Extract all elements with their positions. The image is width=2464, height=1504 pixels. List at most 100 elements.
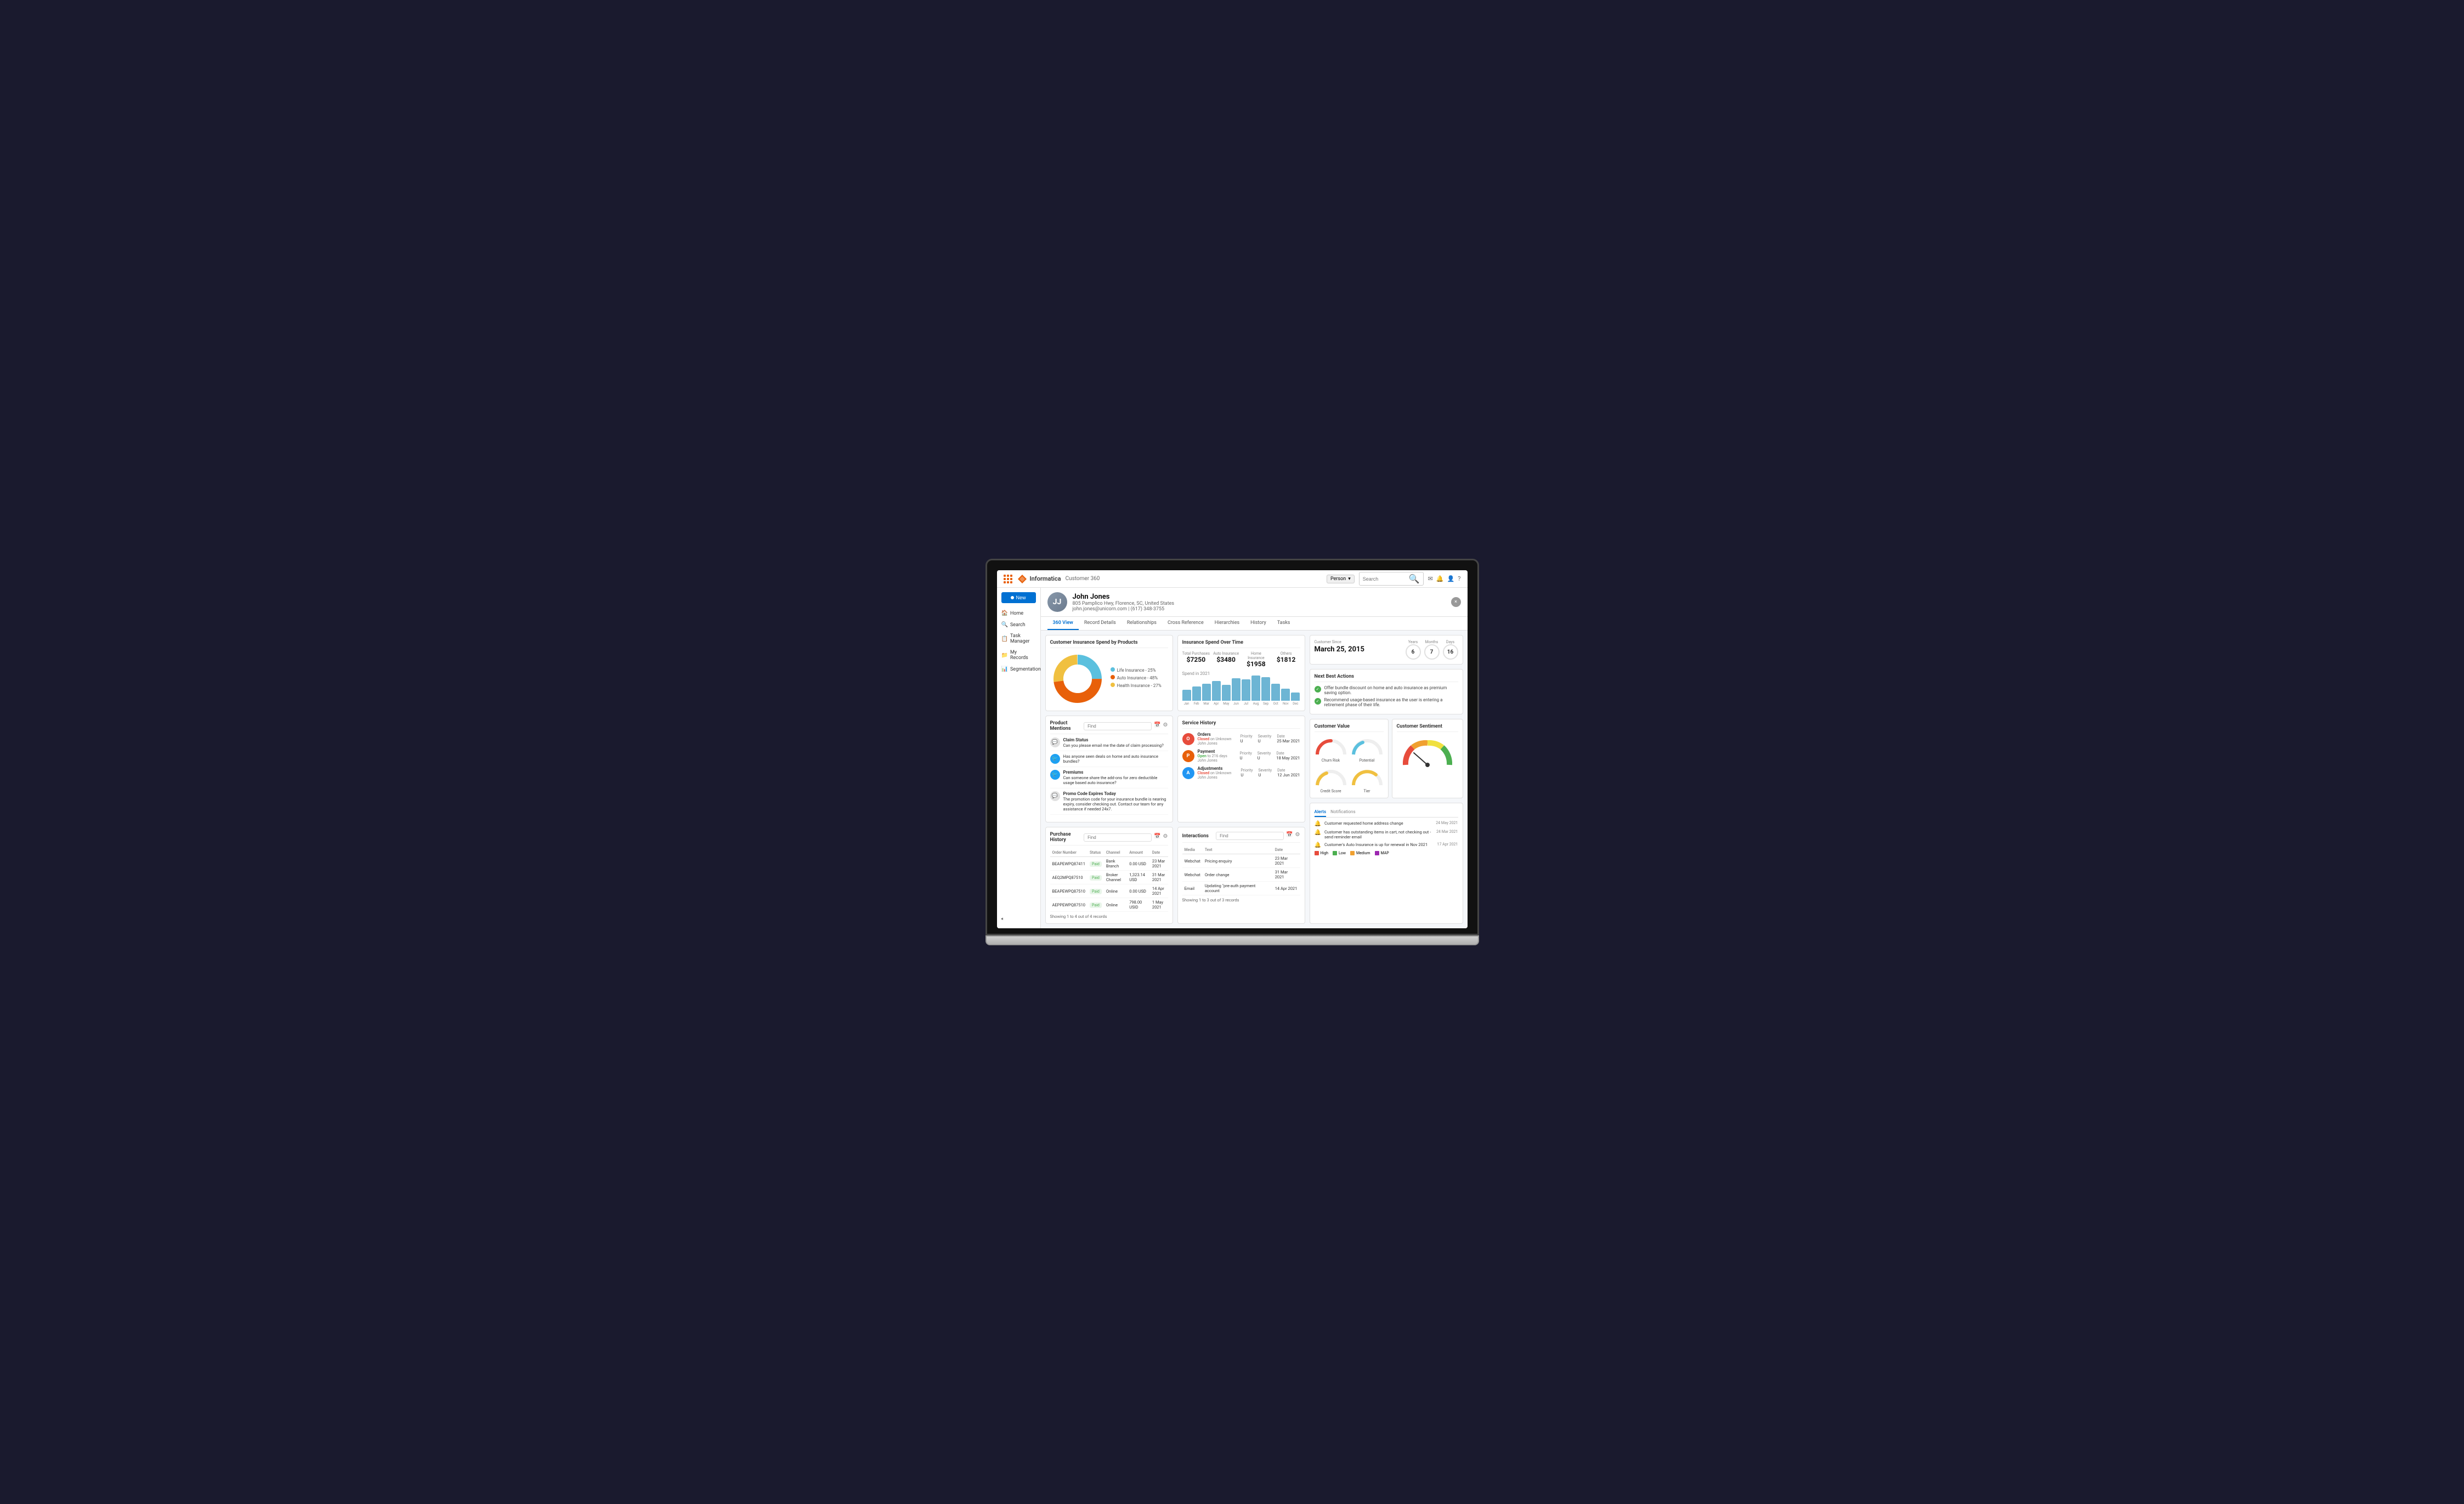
bar-column: Feb bbox=[1192, 686, 1201, 706]
col-status: Status bbox=[1087, 849, 1104, 857]
records-icon: 📁 bbox=[1001, 652, 1008, 659]
service-row-orders: O Orders Closed on Unknown John Jones bbox=[1182, 732, 1300, 746]
bar-column: Aug bbox=[1251, 676, 1260, 706]
legend-low-label: Low bbox=[1339, 851, 1346, 855]
purchase-history-find[interactable] bbox=[1084, 833, 1152, 842]
bar-column: Nov bbox=[1281, 689, 1290, 706]
search-box[interactable]: 🔍 bbox=[1359, 572, 1424, 586]
alert-item-2: 🔔 Customer has outstanding items in cart… bbox=[1315, 830, 1458, 839]
user-icon[interactable]: 👤 bbox=[1447, 575, 1455, 582]
customer-since-section: Customer Since March 25, 2015 Years 6 bbox=[1310, 635, 1463, 665]
service-history-card: Service History O Orders Closed bbox=[1177, 716, 1305, 822]
tab-record-details[interactable]: Record Details bbox=[1079, 617, 1121, 630]
legend-map-label: MAP bbox=[1381, 851, 1389, 855]
profile-header: JJ John Jones 805 Pamplico Hwy, Florence… bbox=[1041, 588, 1468, 617]
days-badge: 16 bbox=[1443, 644, 1458, 660]
int-col-text: Text bbox=[1203, 846, 1273, 854]
bar-column: Jun bbox=[1232, 678, 1241, 706]
interactions-table: Media Text Date Webchat bbox=[1182, 846, 1300, 895]
person-selector[interactable]: Person ▾ bbox=[1327, 575, 1355, 583]
legend-medium-box bbox=[1350, 851, 1355, 855]
payment-label: Payment bbox=[1198, 749, 1237, 754]
alerts-section: Alerts Notifications 🔔 Customer requeste… bbox=[1310, 803, 1463, 924]
tab-cross-reference[interactable]: Cross Reference bbox=[1162, 617, 1209, 630]
laptop-base bbox=[985, 935, 1479, 945]
ph-calendar-icon[interactable]: 📅 bbox=[1154, 833, 1160, 842]
credit-score-gauge: Credit Score bbox=[1315, 766, 1347, 793]
mention-premiums: 🐦 Premiums Can someone share the add-ons… bbox=[1050, 770, 1168, 788]
nba-title: Next Best Actions bbox=[1315, 674, 1458, 682]
search-input[interactable] bbox=[1363, 576, 1407, 582]
mention-title-3: Premiums bbox=[1063, 770, 1168, 775]
row-purchase-interactions: Purchase History 📅 ⚙ bbox=[1045, 827, 1305, 924]
top-bar: Informatica Customer 360 Person ▾ 🔍 ✉ 🔔 bbox=[997, 570, 1468, 588]
profile-contact: john.jones@unicorn.com | (617) 348-3755 bbox=[1073, 606, 1175, 612]
table-row: BEAPEWPQ87510 Paid Online 0.00 USD 14 Ap… bbox=[1050, 884, 1168, 898]
int-calendar-icon[interactable]: 📅 bbox=[1286, 832, 1293, 840]
chevron-down-icon: ▾ bbox=[1348, 576, 1351, 582]
sidebar-item-my-records[interactable]: 📁 My Records bbox=[997, 647, 1040, 663]
row-spend-charts: Customer Insurance Spend by Products bbox=[1045, 635, 1305, 711]
bar-month-label: Nov bbox=[1283, 702, 1289, 706]
mention-chat-icon-2: 💬 bbox=[1050, 791, 1060, 801]
customer-value-card: Customer Value bbox=[1310, 719, 1389, 798]
donut-container: Life Insurance - 25% Auto Insurance - 48… bbox=[1050, 651, 1168, 706]
new-button[interactable]: New bbox=[1001, 592, 1036, 603]
bell-icon[interactable]: 🔔 bbox=[1436, 575, 1444, 582]
bar-month-label: Jan bbox=[1184, 702, 1189, 706]
product-mentions-find[interactable] bbox=[1084, 722, 1152, 730]
bar-column: Jul bbox=[1242, 679, 1250, 706]
tab-alerts[interactable]: Alerts bbox=[1315, 808, 1327, 817]
bar bbox=[1261, 677, 1270, 701]
legend-low-box bbox=[1333, 851, 1337, 855]
apps-icon[interactable] bbox=[1004, 575, 1012, 583]
help-icon[interactable]: ? bbox=[1458, 575, 1460, 582]
bar bbox=[1222, 685, 1231, 701]
close-button[interactable]: × bbox=[1451, 597, 1461, 607]
spend-metrics-grid: Total Purchases $7250 Auto Insurance $34… bbox=[1182, 651, 1300, 668]
mail-icon[interactable]: ✉ bbox=[1428, 575, 1433, 582]
adjustments-status: Closed on Unknown John Jones bbox=[1198, 771, 1238, 780]
profile-address: 805 Pamplico Hwy, Florence, SC, United S… bbox=[1073, 601, 1175, 606]
sidebar-item-segmentation[interactable]: 📊 Segmentation bbox=[997, 663, 1040, 675]
months-label: Months bbox=[1424, 640, 1440, 644]
sidebar-item-home[interactable]: 🏠 Home bbox=[997, 608, 1040, 619]
calendar-icon[interactable]: 📅 bbox=[1154, 722, 1160, 730]
tab-history[interactable]: History bbox=[1245, 617, 1272, 630]
profile-name: John Jones bbox=[1073, 593, 1175, 601]
donut-legend: Life Insurance - 25% Auto Insurance - 48… bbox=[1111, 667, 1162, 690]
tab-360-view[interactable]: 360 View bbox=[1047, 617, 1079, 630]
interactions-find[interactable] bbox=[1216, 832, 1284, 840]
alert-bell-2: 🔔 bbox=[1315, 830, 1321, 839]
int-col-media: Media bbox=[1182, 846, 1203, 854]
tab-hierarchies[interactable]: Hierarchies bbox=[1209, 617, 1245, 630]
legend-map-box bbox=[1375, 851, 1379, 855]
bar bbox=[1182, 690, 1191, 701]
collapse-icon[interactable]: « bbox=[1001, 916, 1004, 922]
col-channel: Channel bbox=[1104, 849, 1127, 857]
row-mentions-service: Product Mentions 📅 ⚙ 💬 bbox=[1045, 716, 1305, 822]
years-badge: 6 bbox=[1406, 644, 1421, 660]
mention-chat-icon-1: 💬 bbox=[1050, 737, 1060, 747]
tab-relationships[interactable]: Relationships bbox=[1121, 617, 1162, 630]
nba-item-2: ✓ Recommend usage-based insurance as the… bbox=[1315, 697, 1458, 707]
bar-column: Apr bbox=[1212, 681, 1221, 706]
insurance-spend-products-card: Customer Insurance Spend by Products bbox=[1045, 635, 1173, 711]
ph-settings-icon[interactable]: ⚙ bbox=[1163, 833, 1168, 842]
int-col-date: Date bbox=[1273, 846, 1300, 854]
sidebar-search-label: Search bbox=[1010, 622, 1026, 628]
months-badge: 7 bbox=[1424, 644, 1440, 660]
tabs-bar: 360 View Record Details Relationships Cr… bbox=[1041, 617, 1468, 631]
sidebar-item-search[interactable]: 🔍 Search bbox=[997, 619, 1040, 631]
mention-title-1: Claim Status bbox=[1063, 737, 1164, 742]
sidebar-item-task-manager[interactable]: 📋 Task Manager bbox=[997, 631, 1040, 647]
settings-icon[interactable]: ⚙ bbox=[1163, 722, 1168, 730]
int-settings-icon[interactable]: ⚙ bbox=[1295, 832, 1300, 840]
tab-tasks[interactable]: Tasks bbox=[1272, 617, 1296, 630]
search-icon[interactable]: 🔍 bbox=[1409, 574, 1420, 584]
sidebar-task-label: Task Manager bbox=[1010, 633, 1036, 644]
purchase-history-tools: 📅 ⚙ bbox=[1084, 833, 1168, 842]
tab-notifications[interactable]: Notifications bbox=[1330, 808, 1355, 817]
table-row: Email Updating "pre-auth payment account… bbox=[1182, 882, 1300, 895]
bar-month-label: Feb bbox=[1194, 702, 1199, 706]
